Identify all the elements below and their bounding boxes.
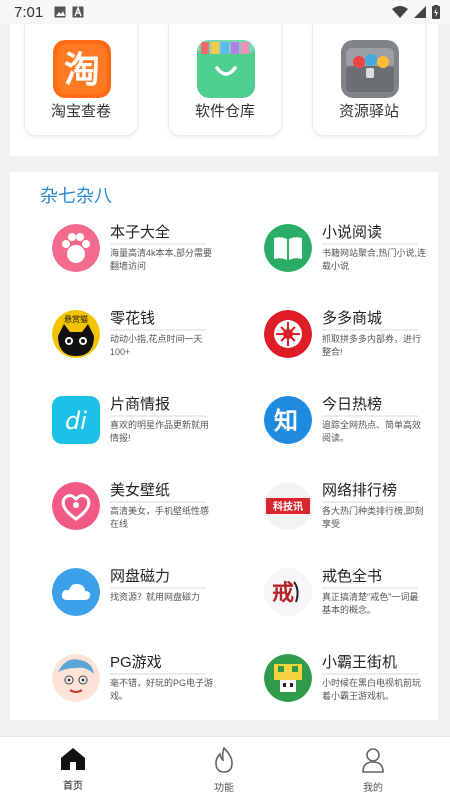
item-desc: 追踪全网热点、简单高效阅读。 <box>322 420 422 443</box>
item-desc: 海量高清4k本本,部分需要翻墙访问 <box>110 248 213 271</box>
item-title: 零花钱 <box>110 310 156 327</box>
cartoon-face-icon <box>52 654 100 702</box>
title-underline <box>110 587 206 589</box>
title-underline <box>110 415 206 417</box>
list-item-netdisk[interactable]: 网盘磁力 找资源？就用网盘磁力 <box>52 568 242 628</box>
title-underline <box>322 329 418 331</box>
title-underline <box>110 329 206 331</box>
pixel-mushroom-icon <box>264 654 312 702</box>
heart-icon <box>52 482 100 530</box>
cloud-icon <box>52 568 100 616</box>
list-item-studio-intel[interactable]: di 片商情报 喜欢的明星作品更新就用情报! <box>52 396 242 456</box>
paw-icon <box>52 224 100 272</box>
item-title: 美女壁纸 <box>110 482 171 499</box>
tile-software-store[interactable]: 软件仓库 <box>168 24 282 136</box>
item-title: 戒色全书 <box>322 568 383 585</box>
item-desc: 高清美女，手机壁纸性感在线 <box>110 506 210 529</box>
item-title: 网盘磁力 <box>110 568 171 585</box>
calligraphy-icon: 戒 <box>264 568 312 616</box>
font-icon <box>72 6 84 18</box>
item-desc: 书籍网站聚合,热门小说,连载小说 <box>322 248 427 271</box>
list-item-pg-games[interactable]: PG游戏 毫不错，好玩的PG电子游戏。 <box>52 654 242 714</box>
top-tiles-card: 淘 淘宝查卷 软件仓库 资源驿站 <box>10 24 438 156</box>
item-title: 多多商城 <box>322 310 383 327</box>
pinduoduo-icon <box>264 310 312 358</box>
item-title: 今日热榜 <box>322 396 383 413</box>
badge-text: 戒 <box>272 580 294 606</box>
item-title: 片商情报 <box>110 396 171 413</box>
item-desc: 抓取拼多多内部券，进行整合! <box>322 334 422 357</box>
item-desc: 小时候在黑白电视机前玩着小霸王游戏机。 <box>322 678 422 701</box>
book-icon <box>264 224 312 272</box>
nav-functions[interactable]: 功能 <box>189 747 259 794</box>
home-icon <box>61 748 85 770</box>
badge-text: 知 <box>274 407 298 435</box>
title-underline <box>110 673 206 675</box>
nav-home[interactable]: 首页 <box>38 747 108 792</box>
badge-text: 悬赏猫 <box>64 314 88 324</box>
title-underline <box>322 587 418 589</box>
status-bar: 7:01 <box>0 0 450 24</box>
status-time: 7:01 <box>14 3 44 21</box>
tile-resource-station[interactable]: 资源驿站 <box>312 24 426 136</box>
section-title: 杂七杂八 <box>40 186 112 206</box>
title-underline <box>322 243 418 245</box>
nav-label: 我的 <box>363 783 383 794</box>
list-item-duoduo[interactable]: 多多商城 抓取拼多多内部券，进行整合! <box>264 310 450 370</box>
item-desc: 毫不错，好玩的PG电子游戏。 <box>110 678 214 701</box>
item-desc: 找资源？就用网盘磁力 <box>110 592 201 602</box>
title-underline <box>110 243 206 245</box>
title-underline <box>322 415 418 417</box>
bottom-nav: 首页 功能 我的 <box>0 736 450 800</box>
user-icon <box>362 748 384 773</box>
item-title: PG游戏 <box>110 654 162 671</box>
list-item-abstinence[interactable]: 戒 戒色全书 真正搞清楚"戒色"一词最基本的概念。 <box>264 568 450 628</box>
misc-section: 杂七杂八 本子大全 海量高清4k本本,部分需要翻墙访问 小说阅读 书籍网站聚合,… <box>10 172 438 720</box>
treasure-chest-icon <box>341 40 399 98</box>
tile-label: 软件仓库 <box>194 103 255 120</box>
list-item-arcade[interactable]: 小霸王街机 小时候在黑白电视机前玩着小霸王游戏机。 <box>264 654 450 714</box>
image-icon <box>54 6 66 18</box>
title-underline <box>110 501 206 503</box>
flame-icon <box>215 747 233 773</box>
list-item-wallpaper[interactable]: 美女壁纸 高清美女，手机壁纸性感在线 <box>52 482 242 542</box>
tile-label: 资源驿站 <box>338 103 399 120</box>
item-desc: 真正搞清楚"戒色"一词最基本的概念。 <box>322 592 419 615</box>
list-item-novel[interactable]: 小说阅读 书籍网站聚合,热门小说,连载小说 <box>264 224 450 284</box>
svg-text:淘: 淘 <box>64 50 100 91</box>
di-icon: di <box>52 396 100 444</box>
item-title: 小说阅读 <box>322 224 383 241</box>
nav-label: 功能 <box>214 783 234 794</box>
list-item-hot-list[interactable]: 知 今日热榜 追踪全网热点、简单高效阅读。 <box>264 396 450 456</box>
item-title: 本子大全 <box>110 224 171 241</box>
cat-icon: 悬赏猫 <box>52 310 100 358</box>
tile-label: 淘宝查卷 <box>50 103 111 120</box>
title-underline <box>322 501 418 503</box>
item-desc: 动动小指,花点时间一天100+ <box>110 334 203 357</box>
taobao-icon: 淘 <box>53 40 111 98</box>
tile-taobao[interactable]: 淘 淘宝查卷 <box>24 24 138 136</box>
title-underline <box>322 673 418 675</box>
item-title: 网络排行榜 <box>322 482 398 499</box>
nav-profile[interactable]: 我的 <box>338 747 408 794</box>
list-item-pocket-money[interactable]: 悬赏猫 零花钱 动动小指,花点时间一天100+ <box>52 310 242 370</box>
badge-text: di <box>65 407 87 435</box>
nav-label: 首页 <box>63 781 83 792</box>
wifi-icon <box>392 6 408 18</box>
signal-icon <box>414 6 426 18</box>
battery-icon <box>432 5 440 19</box>
list-item-benzi[interactable]: 本子大全 海量高清4k本本,部分需要翻墙访问 <box>52 224 242 284</box>
zhihu-icon: 知 <box>264 396 312 444</box>
list-item-rankings[interactable]: 科技讯 网络排行榜 各大热门种类排行榜,即刻享受 <box>264 482 450 542</box>
shopping-bag-icon <box>197 40 255 98</box>
badge-text: 科技讯 <box>273 500 303 513</box>
keji-icon: 科技讯 <box>264 482 312 530</box>
item-title: 小霸王街机 <box>322 654 398 671</box>
item-desc: 喜欢的明星作品更新就用情报! <box>110 420 210 443</box>
item-desc: 各大热门种类排行榜,即刻享受 <box>322 506 424 529</box>
